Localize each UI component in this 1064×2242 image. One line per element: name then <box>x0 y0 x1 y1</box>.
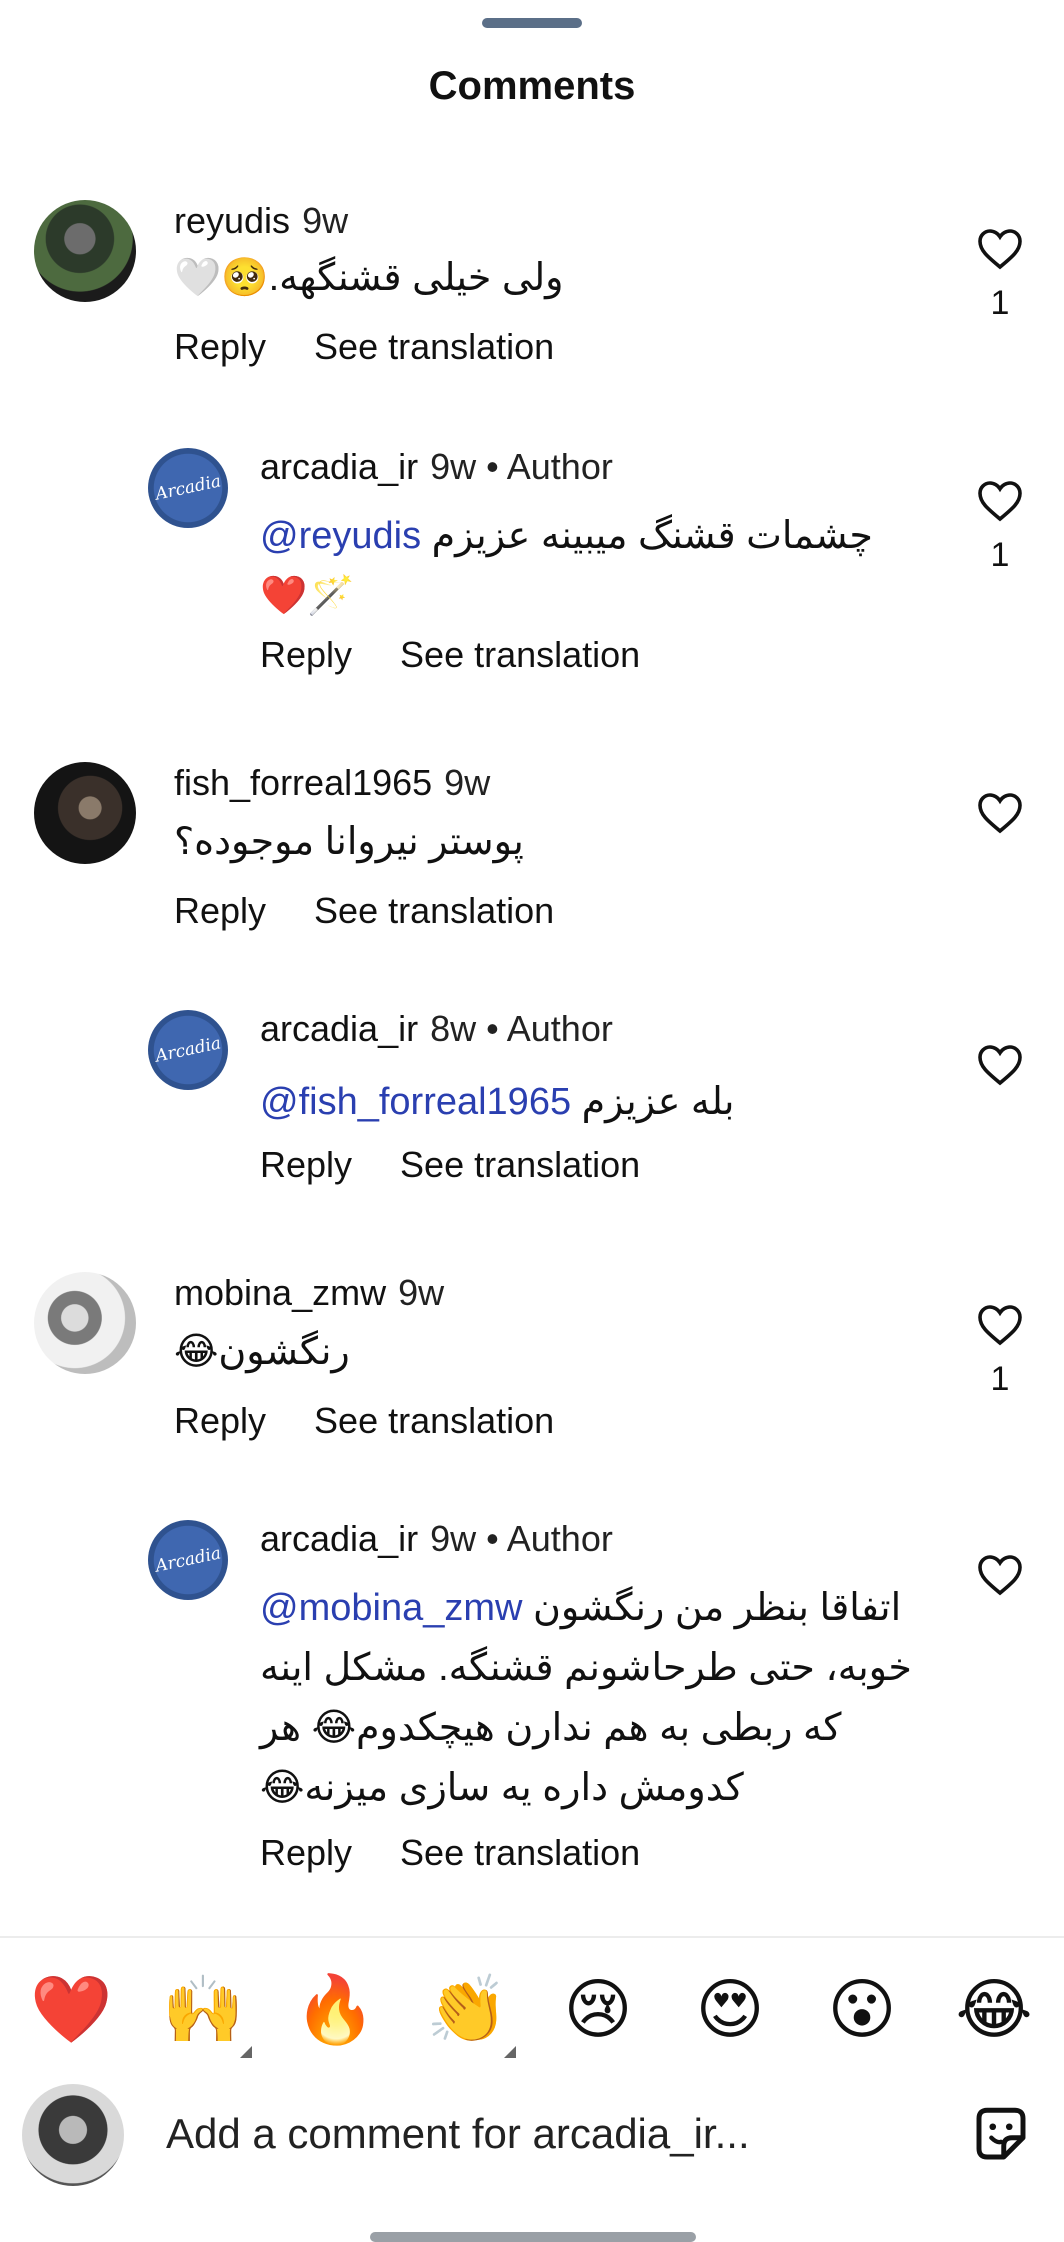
heart-eyes-emoji[interactable]: 😍 <box>690 1970 770 2050</box>
author-avatar[interactable]: Arcadia <box>148 1010 228 1090</box>
sheet-drag-handle[interactable] <box>482 18 582 28</box>
fire-emoji[interactable]: 🔥 <box>294 1970 376 2050</box>
comment-username[interactable]: arcadia_ir <box>260 446 418 487</box>
surprised-face-emoji[interactable]: 😮 <box>822 1970 902 2050</box>
comment-text: پوستر نیروانا موجوده؟ <box>174 821 524 863</box>
see-translation-button[interactable]: See translation <box>314 326 554 367</box>
author-avatar[interactable]: Arcadia <box>148 1520 228 1600</box>
heart-icon <box>978 1555 1022 1596</box>
clapping-hands-emoji[interactable]: 👏 <box>426 1970 516 2058</box>
home-indicator[interactable] <box>370 2232 696 2242</box>
arcadia-logo-text: Arcadia <box>153 1543 223 1577</box>
mention-link[interactable]: @mobina_zmw <box>260 1587 522 1629</box>
arcadia-logo-text: Arcadia <box>153 471 223 505</box>
like-button[interactable] <box>972 1552 1028 1596</box>
reply-button[interactable]: Reply <box>260 634 352 675</box>
raising-hands-glyph: 🙌 <box>162 1971 245 2048</box>
comment-composer <box>0 2084 1064 2194</box>
sticker-icon[interactable] <box>968 2102 1034 2168</box>
comment-username[interactable]: arcadia_ir <box>260 1008 418 1049</box>
heart-icon <box>978 1045 1022 1086</box>
see-translation-button[interactable]: See translation <box>314 890 554 931</box>
arcadia-logo-text: Arcadia <box>153 1033 223 1067</box>
like-button[interactable]: 1 <box>972 226 1028 323</box>
reply-button[interactable]: Reply <box>260 1144 352 1185</box>
heart-icon <box>978 229 1022 270</box>
comment-time: 9w <box>430 446 477 487</box>
user-avatar[interactable] <box>34 1272 136 1374</box>
comment-text: رنگشون😂 <box>174 1331 350 1373</box>
comment-username[interactable]: fish_forreal1965 <box>174 762 432 803</box>
see-translation-button[interactable]: See translation <box>314 1400 554 1441</box>
red-heart-emoji[interactable]: ❤️ <box>30 1970 112 2050</box>
like-count: 1 <box>990 536 1010 574</box>
author-badge: • Author <box>486 446 613 487</box>
comment-username[interactable]: arcadia_ir <box>260 1518 418 1559</box>
comment-text: بله عزیزم <box>581 1081 735 1123</box>
like-button[interactable]: 1 <box>972 478 1028 575</box>
comment-input[interactable] <box>164 2098 928 2170</box>
heart-icon <box>978 1305 1022 1346</box>
comment-time: 9w <box>430 1518 477 1559</box>
comment-time: 9w <box>398 1272 445 1313</box>
author-badge: • Author <box>486 1008 613 1049</box>
comment-username[interactable]: mobina_zmw <box>174 1272 386 1313</box>
current-user-avatar <box>22 2084 124 2186</box>
see-translation-button[interactable]: See translation <box>400 634 640 675</box>
like-count: 1 <box>990 284 1010 322</box>
skin-tone-indicator <box>240 2046 252 2058</box>
comment-username[interactable]: reyudis <box>174 200 290 241</box>
heart-icon <box>978 481 1022 522</box>
reply-button[interactable]: Reply <box>174 890 266 931</box>
composer-divider <box>0 1936 1064 1938</box>
comment-time: 9w <box>302 200 349 241</box>
see-translation-button[interactable]: See translation <box>400 1832 640 1873</box>
mention-link[interactable]: @reyudis <box>260 515 421 557</box>
comment-time: 9w <box>444 762 491 803</box>
like-count: 1 <box>990 1360 1010 1398</box>
mention-link[interactable]: @fish_forreal1965 <box>260 1081 571 1123</box>
author-avatar[interactable]: Arcadia <box>148 448 228 528</box>
crying-face-emoji[interactable]: 😢 <box>558 1970 638 2050</box>
raising-hands-emoji[interactable]: 🙌 <box>162 1970 252 2058</box>
skin-tone-indicator <box>504 2046 516 2058</box>
see-translation-button[interactable]: See translation <box>400 1144 640 1185</box>
sheet-title: Comments <box>428 64 636 108</box>
tears-of-joy-emoji[interactable]: 😂 <box>954 1970 1034 2050</box>
like-button[interactable] <box>972 1042 1028 1086</box>
user-avatar[interactable] <box>34 200 136 302</box>
like-button[interactable] <box>972 790 1028 834</box>
user-avatar[interactable] <box>34 762 136 864</box>
like-button[interactable]: 1 <box>972 1302 1028 1399</box>
heart-icon <box>978 793 1022 834</box>
reply-button[interactable]: Reply <box>174 1400 266 1441</box>
comment-time: 8w <box>430 1008 477 1049</box>
clapping-hands-glyph: 👏 <box>426 1971 509 2048</box>
reply-button[interactable]: Reply <box>260 1832 352 1873</box>
reply-button[interactable]: Reply <box>174 326 266 367</box>
comment-text: ولی خیلی قشنگهه.🥺🤍 <box>174 257 564 299</box>
author-badge: • Author <box>486 1518 613 1559</box>
